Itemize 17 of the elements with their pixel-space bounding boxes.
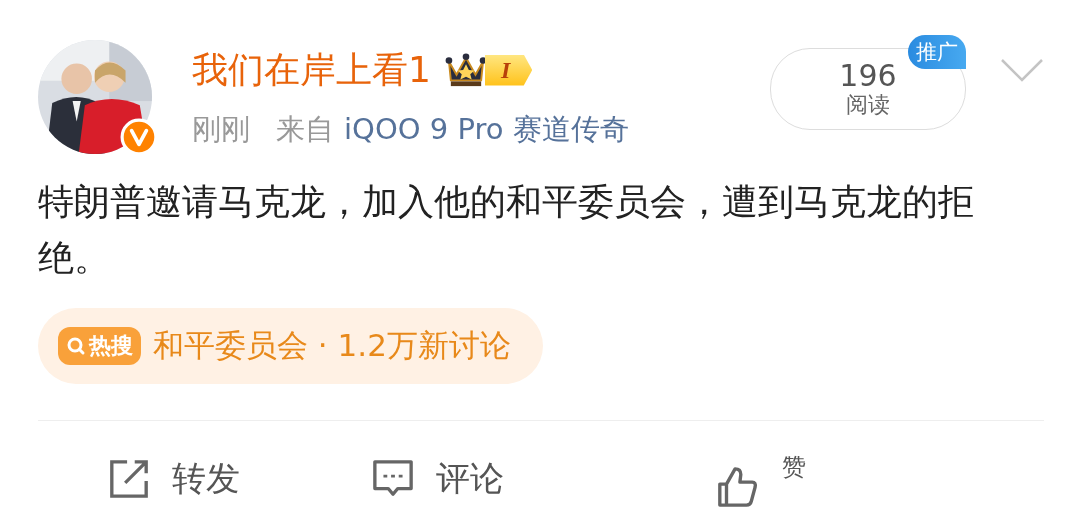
action-label[interactable]: 赞 — [782, 451, 807, 483]
action-label[interactable]: 评论 — [435, 456, 504, 502]
views-label: 阅读 — [846, 92, 890, 118]
promo-badge: 推广 — [908, 35, 966, 69]
crown-icon — [444, 52, 487, 88]
action-label[interactable]: 转发 — [172, 456, 240, 502]
search-icon — [66, 336, 86, 356]
source-prefix: 来自 — [276, 111, 334, 148]
hot-topic: 和平委员会 · 1.2万新讨论 — [153, 326, 511, 365]
level-badge: I — [484, 54, 533, 86]
source-link[interactable]: iQOO 9 Pro 赛道传奇 — [344, 110, 629, 150]
post-time: 刚刚 — [192, 111, 250, 148]
hot-search-label: 热搜 — [89, 332, 133, 360]
views-count: 196 — [839, 60, 897, 92]
thumbs-up-icon[interactable] — [716, 465, 759, 507]
post-text: 特朗普邀请马克龙，加入他的和平委员会，遭到马克龙的拒绝。 — [38, 180, 975, 280]
share-icon[interactable] — [108, 458, 150, 500]
